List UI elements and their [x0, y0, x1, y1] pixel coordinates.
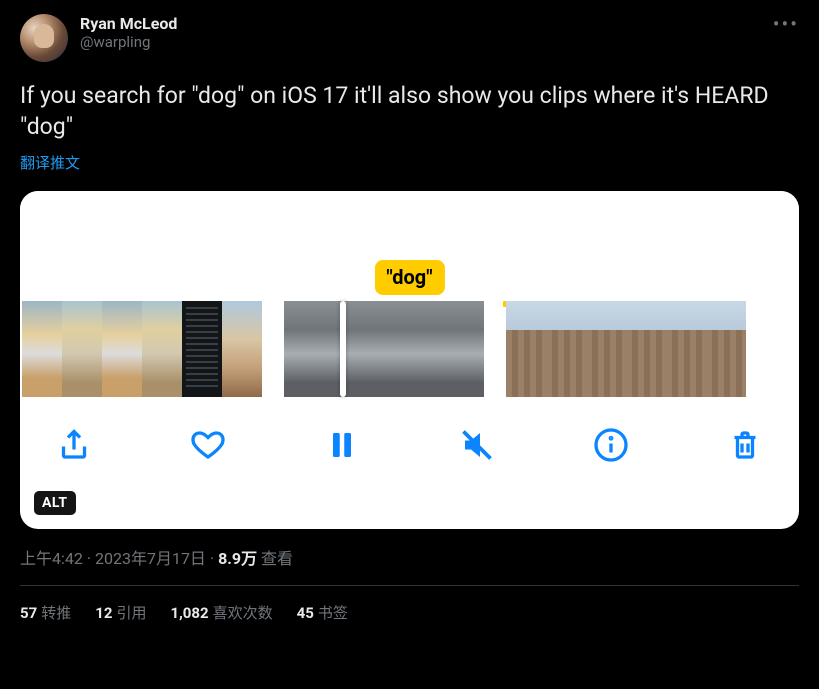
clip-group-2[interactable] — [284, 301, 484, 397]
thumbnail — [364, 301, 404, 397]
thumbnail — [222, 301, 262, 397]
thumbnail — [404, 301, 444, 397]
thumbnail — [506, 301, 546, 397]
search-term-badge: "dog" — [374, 260, 444, 295]
attached-media[interactable]: "dog" — [20, 191, 799, 529]
thumbnail — [142, 301, 182, 397]
heart-icon — [190, 427, 226, 463]
media-top-area: "dog" — [20, 191, 799, 301]
tweet-text: If you search for "dog" on iOS 17 it'll … — [20, 80, 799, 142]
author-block[interactable]: Ryan McLeod @warpling — [80, 14, 177, 51]
view-label: 查看 — [257, 549, 293, 568]
view-count: 8.9万 — [218, 549, 257, 568]
info-button[interactable] — [591, 425, 631, 465]
pause-button[interactable] — [322, 425, 362, 465]
thumbnail — [444, 301, 484, 397]
translate-link[interactable]: 翻译推文 — [20, 152, 799, 173]
playhead[interactable] — [340, 301, 346, 397]
handle: @warpling — [80, 33, 177, 51]
thumbnail — [546, 301, 586, 397]
mute-button[interactable] — [457, 425, 497, 465]
thumbnail — [62, 301, 102, 397]
bookmarks-stat[interactable]: 45书签 — [297, 602, 348, 623]
delete-button[interactable] — [725, 425, 765, 465]
tweet-metadata[interactable]: 上午4:42 · 2023年7月17日 · 8.9万 查看 — [20, 545, 799, 569]
engagement-stats: 57转推 12引用 1,082喜欢次数 45书签 — [20, 586, 799, 623]
thumbnail — [706, 301, 746, 397]
mute-icon — [459, 427, 495, 463]
share-button[interactable] — [54, 425, 94, 465]
video-timeline[interactable] — [20, 301, 799, 397]
likes-stat[interactable]: 1,082喜欢次数 — [170, 602, 272, 623]
thumbnail — [102, 301, 142, 397]
trash-icon — [727, 427, 763, 463]
clip-group-1[interactable] — [22, 301, 262, 397]
tweet-container: Ryan McLeod @warpling ••• If you search … — [0, 0, 819, 623]
thumbnail — [626, 301, 666, 397]
like-button[interactable] — [188, 425, 228, 465]
thumbnail — [22, 301, 62, 397]
pause-icon — [324, 427, 360, 463]
media-toolbar — [20, 397, 799, 493]
retweets-stat[interactable]: 57转推 — [20, 602, 71, 623]
thumbnail — [182, 301, 222, 397]
more-options-button[interactable]: ••• — [773, 14, 799, 34]
quotes-stat[interactable]: 12引用 — [95, 602, 146, 623]
tweet-header: Ryan McLeod @warpling ••• — [20, 14, 799, 62]
alt-badge[interactable]: ALT — [34, 491, 76, 515]
tweet-time: 上午4:42 — [20, 549, 83, 568]
clip-group-3[interactable] — [506, 301, 746, 397]
thumbnail — [586, 301, 626, 397]
avatar[interactable] — [20, 14, 68, 62]
thumbnail — [284, 301, 324, 397]
info-icon — [593, 427, 629, 463]
tweet-date: 2023年7月17日 — [95, 549, 206, 568]
thumbnail — [666, 301, 706, 397]
share-icon — [56, 427, 92, 463]
display-name: Ryan McLeod — [80, 14, 177, 33]
